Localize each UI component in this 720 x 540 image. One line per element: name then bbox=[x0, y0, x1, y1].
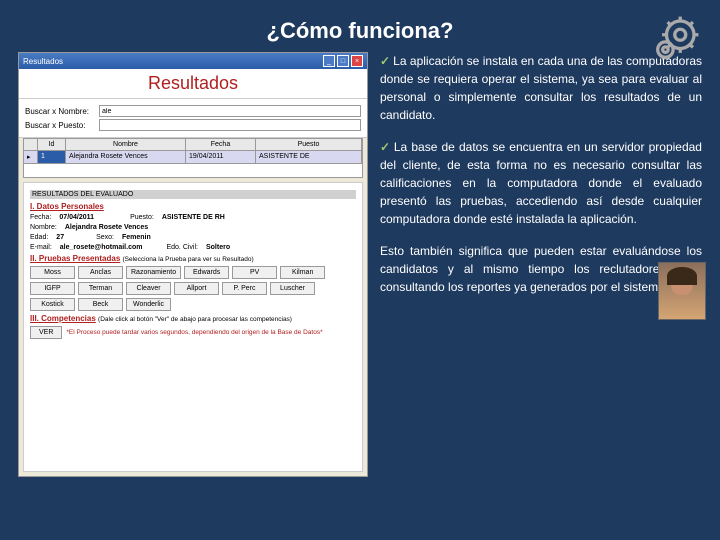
search-name-label: Buscar x Nombre: bbox=[25, 107, 95, 116]
section-tests: II. Pruebas Presentadas bbox=[30, 254, 120, 263]
app-screenshot: Resultados _ □ × Resultados Buscar x Nom… bbox=[18, 52, 368, 477]
section-personal: I. Datos Personales bbox=[30, 202, 356, 211]
window-titlebar: Resultados _ □ × bbox=[19, 53, 367, 69]
search-name-input[interactable] bbox=[99, 105, 361, 117]
candidate-photo bbox=[658, 262, 706, 320]
maximize-button[interactable]: □ bbox=[337, 55, 349, 67]
test-button[interactable]: Anclas bbox=[78, 266, 123, 279]
test-button[interactable]: Allport bbox=[174, 282, 219, 295]
detail-header: RESULTADOS DEL EVALUADO bbox=[30, 190, 356, 199]
detail-panel: RESULTADOS DEL EVALUADO I. Datos Persona… bbox=[23, 182, 363, 472]
window-title: Resultados bbox=[23, 57, 63, 66]
gear-icon bbox=[650, 10, 705, 65]
slide-title: ¿Cómo funciona? bbox=[0, 0, 720, 52]
search-puesto-input[interactable] bbox=[99, 119, 361, 131]
search-puesto-label: Buscar x Puesto: bbox=[25, 121, 95, 130]
test-button[interactable]: Luscher bbox=[270, 282, 315, 295]
test-button[interactable]: Beck bbox=[78, 298, 123, 311]
test-button[interactable]: Razonamiento bbox=[126, 266, 181, 279]
col-id[interactable]: Id bbox=[38, 139, 66, 150]
table-row[interactable]: ▸ 1 Alejandra Rosete Vences 19/04/2011 A… bbox=[23, 151, 363, 164]
results-heading: Resultados bbox=[19, 69, 367, 99]
test-button[interactable]: Kilman bbox=[280, 266, 325, 279]
col-fecha[interactable]: Fecha bbox=[186, 139, 256, 150]
test-button[interactable]: P. Perc bbox=[222, 282, 267, 295]
test-button[interactable]: Kostick bbox=[30, 298, 75, 311]
footnote: *El Proceso puede tardar varios segundos… bbox=[66, 329, 322, 336]
results-grid: Id Nombre Fecha Puesto ▸ 1 Alejandra Ros… bbox=[23, 138, 363, 164]
test-button[interactable]: IGFP bbox=[30, 282, 75, 295]
col-puesto[interactable]: Puesto bbox=[256, 139, 362, 150]
test-button[interactable]: Terman bbox=[78, 282, 123, 295]
close-button[interactable]: × bbox=[351, 55, 363, 67]
ver-button[interactable]: VER bbox=[30, 326, 62, 339]
check-icon: ✓ bbox=[380, 54, 390, 68]
check-icon: ✓ bbox=[380, 140, 391, 154]
test-button[interactable]: Edwards bbox=[184, 266, 229, 279]
col-nombre[interactable]: Nombre bbox=[66, 139, 186, 150]
test-button[interactable]: Moss bbox=[30, 266, 75, 279]
description-text: ✓La aplicación se instala en cada una de… bbox=[380, 52, 702, 477]
test-button[interactable]: Cleaver bbox=[126, 282, 171, 295]
test-button[interactable]: Wonderlic bbox=[126, 298, 171, 311]
minimize-button[interactable]: _ bbox=[323, 55, 335, 67]
section-competencias: III. Competencias bbox=[30, 314, 96, 323]
test-button[interactable]: PV bbox=[232, 266, 277, 279]
